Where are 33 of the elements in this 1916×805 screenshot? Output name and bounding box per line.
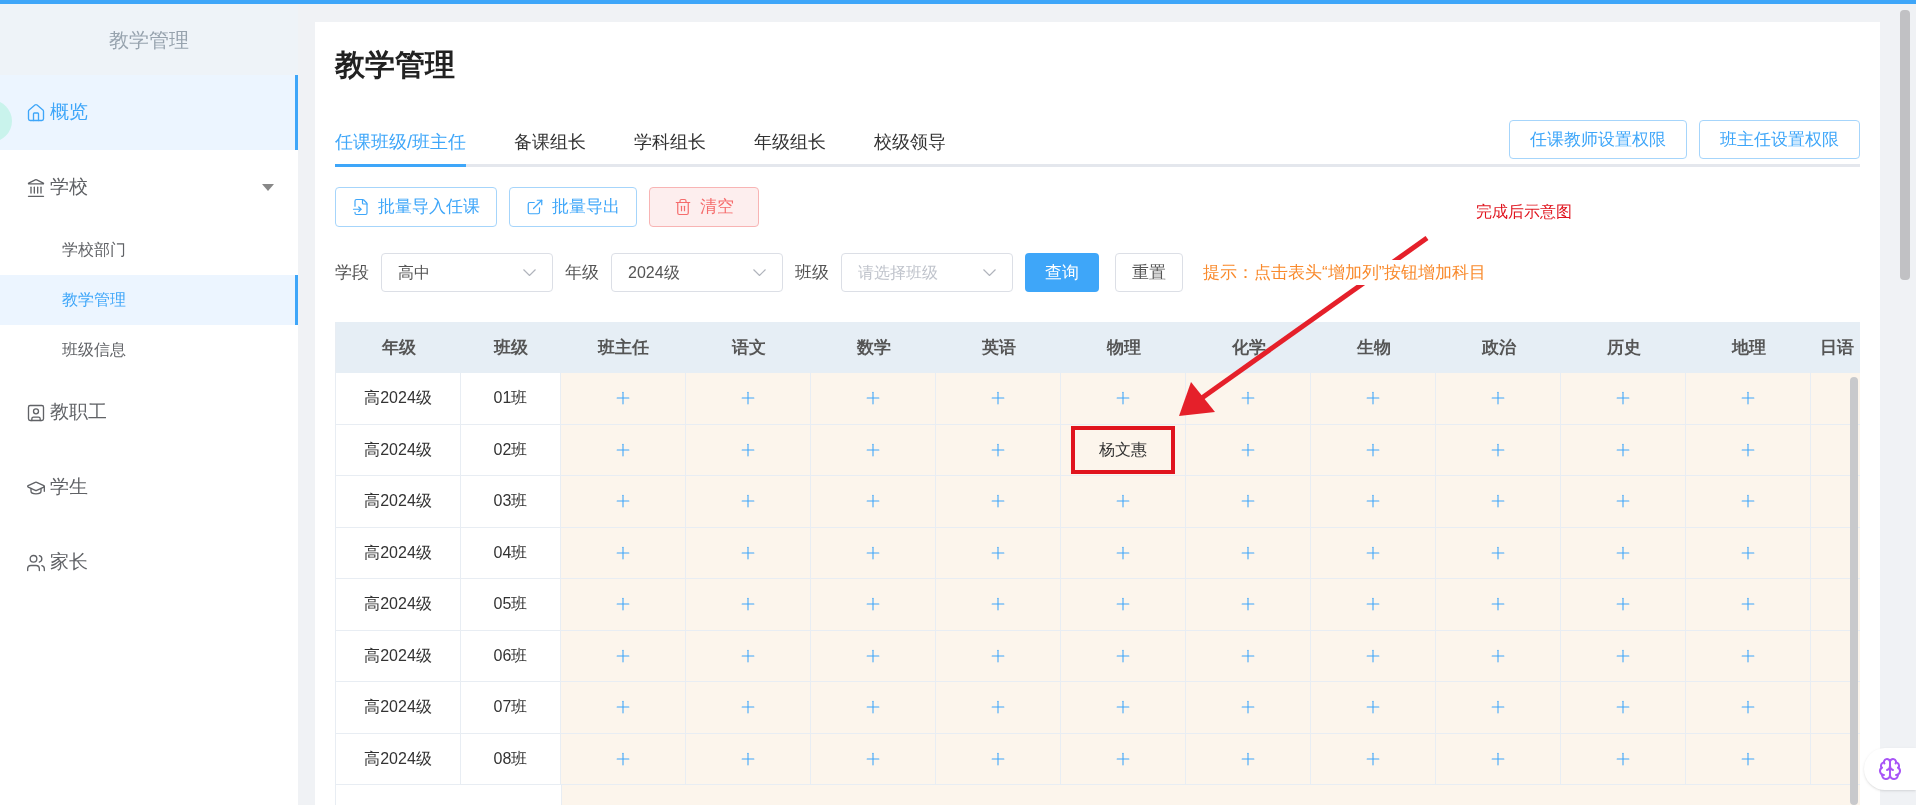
select-field[interactable]: 2024级 bbox=[611, 253, 783, 292]
column-header: 语文 bbox=[730, 336, 767, 359]
sidebar-item[interactable]: 家长 bbox=[0, 525, 298, 600]
column-header: 政治 bbox=[1480, 336, 1517, 359]
annotation-text: 完成后示意图 bbox=[1476, 202, 1572, 222]
filter-label: 年级 bbox=[565, 261, 599, 284]
column-header: 化学 bbox=[1230, 336, 1267, 359]
column-header: 数学 bbox=[855, 336, 892, 359]
sidebar-item[interactable]: 学生 bbox=[0, 450, 298, 525]
tab[interactable]: 校级领导 bbox=[874, 129, 946, 167]
teacher-name[interactable]: 杨文惠 bbox=[1071, 425, 1175, 474]
filter-label: 班级 bbox=[795, 261, 829, 284]
column-header: 班级 bbox=[492, 336, 529, 359]
tab[interactable]: 学科组长 bbox=[634, 129, 706, 167]
select-field[interactable]: 高中 bbox=[381, 253, 553, 292]
sidebar-subitem[interactable]: 班级信息 bbox=[0, 325, 298, 375]
column-header: 生物 bbox=[1355, 336, 1392, 359]
column-header: 历史 bbox=[1605, 336, 1642, 359]
sidebar-title: 教学管理 bbox=[109, 27, 189, 53]
column-header: 物理 bbox=[1105, 336, 1142, 359]
sidebar-item[interactable]: 学校 bbox=[0, 150, 298, 225]
column-header: 地理 bbox=[1730, 336, 1767, 359]
tab[interactable]: 备课组长 bbox=[514, 129, 586, 167]
column-header: 日语 bbox=[1819, 336, 1855, 359]
sidebar-subitem[interactable]: 学校部门 bbox=[0, 225, 298, 275]
column-header: 班主任 bbox=[596, 336, 650, 359]
column-header: 英语 bbox=[980, 336, 1017, 359]
tab[interactable]: 年级组长 bbox=[754, 129, 826, 167]
reset-button[interactable]: 重置 bbox=[1115, 253, 1183, 292]
page-title: 教学管理 bbox=[335, 50, 456, 80]
sidebar-item[interactable]: 教职工 bbox=[0, 375, 298, 450]
filter-label: 学段 bbox=[335, 261, 369, 284]
column-header: 年级 bbox=[380, 336, 417, 359]
